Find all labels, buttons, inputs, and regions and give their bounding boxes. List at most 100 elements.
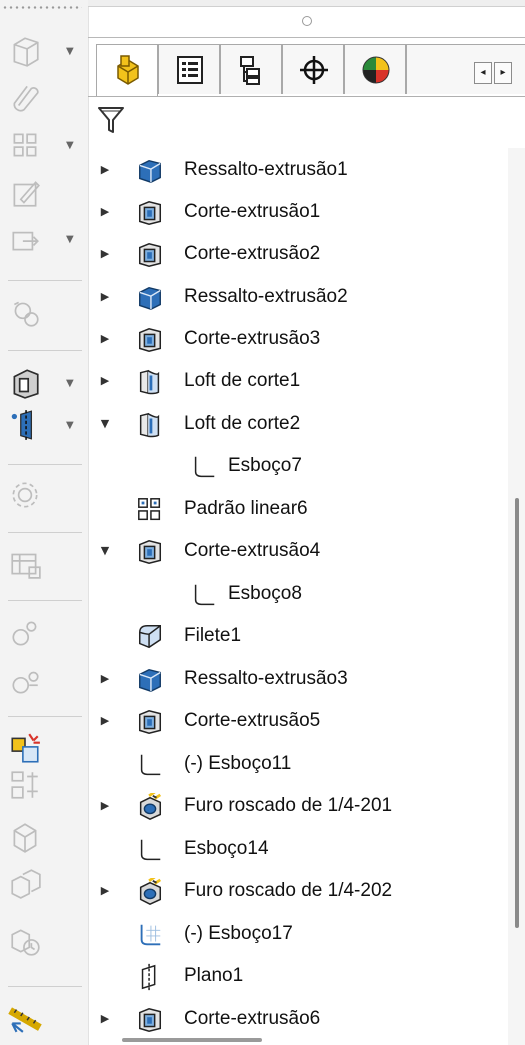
collapse-arrow-icon[interactable]: ▼ <box>98 543 112 559</box>
expand-arrow-icon[interactable]: ▶ <box>98 289 112 305</box>
expand-arrow-icon[interactable]: ▶ <box>98 162 112 178</box>
scrollbar-thumb[interactable] <box>515 498 519 928</box>
toolbar-separator <box>8 986 82 987</box>
horizontal-scrollbar-thumb[interactable] <box>122 1038 262 1042</box>
property-manager-icon <box>177 56 203 84</box>
toolbar-button-paperclip[interactable] <box>8 80 78 116</box>
tree-item-cut-extrude[interactable]: ▶ Corte-extrusão2 <box>88 235 508 275</box>
expand-arrow-icon[interactable]: ▶ <box>98 204 112 220</box>
cut-extrude-icon <box>138 243 162 267</box>
tree-scrollbar[interactable] <box>508 148 525 1045</box>
tabs-scroll-right-button[interactable]: ▸ <box>494 62 512 84</box>
tree-item-fillet[interactable]: Filete1 <box>88 617 508 657</box>
collapse-handle-icon[interactable] <box>302 16 312 26</box>
feature-tree: ▶ Ressalto-extrusão1 ▶ Corte-extrusão1 ▶ Cort… <box>88 148 508 1045</box>
tree-item-plane[interactable]: Plano1 <box>88 957 508 997</box>
tree-item-cut-extrude[interactable]: ▶ Corte-extrusão1 <box>88 193 508 233</box>
tree-item-label: Corte-extrusão6 <box>184 1008 321 1029</box>
toolbar-button-extruded-boss[interactable]: ▼ <box>8 34 78 70</box>
chevron-down-icon[interactable]: ▼ <box>66 234 74 245</box>
toolbar-button-measure[interactable] <box>8 1000 78 1036</box>
sketch-icon <box>194 584 215 606</box>
expand-arrow-icon[interactable]: ▶ <box>98 798 112 814</box>
chevron-down-icon[interactable]: ▼ <box>66 46 74 57</box>
tree-item-label: Corte-extrusão5 <box>184 710 321 731</box>
tree-item-boss-extrude[interactable]: ▶ Ressalto-extrusão1 <box>88 151 508 191</box>
boss-extrude-icon <box>139 286 161 310</box>
expand-arrow-icon[interactable]: ▶ <box>98 883 112 899</box>
component-icon <box>13 823 37 853</box>
tab-dimxpert[interactable] <box>282 44 344 94</box>
tree-item-label: Esboço7 <box>228 455 302 476</box>
sketch-3d-icon <box>140 924 161 946</box>
feature-manager-icon <box>117 55 139 85</box>
expand-arrow-icon[interactable]: ▶ <box>98 1011 112 1027</box>
extruded-boss-icon <box>13 37 39 67</box>
boss-extrude-icon <box>139 159 161 183</box>
crosshair-icon <box>300 56 328 84</box>
cut-extrude-icon <box>138 328 162 352</box>
tree-item-cut-extrude[interactable]: ▶ Corte-extrusão3 <box>88 320 508 360</box>
toolbar-button-sketch-edit[interactable] <box>8 176 78 212</box>
tree-item-cut-extrude[interactable]: ▼ Corte-extrusão4 <box>88 532 508 572</box>
tab-configuration-manager[interactable] <box>220 44 282 94</box>
expand-arrow-icon[interactable]: ▶ <box>98 671 112 687</box>
toolbar-separator <box>8 280 82 281</box>
tree-item-hole-wizard[interactable]: ▶ Furo roscado de 1/4-202 <box>88 872 508 912</box>
tree-item-sketch[interactable]: Esboço14 <box>88 830 508 870</box>
tree-item-loft-cut[interactable]: ▶ Loft de corte1 <box>88 362 508 402</box>
tab-display-manager[interactable] <box>344 44 406 94</box>
toolbar-button-mate-2[interactable] <box>8 664 78 700</box>
tree-item-hole-wizard[interactable]: ▶ Furo roscado de 1/4-201 <box>88 787 508 827</box>
toolbar-button-align[interactable] <box>8 768 78 804</box>
hole-wizard-icon <box>139 793 162 820</box>
expand-arrow-icon[interactable]: ▶ <box>98 246 112 262</box>
expand-arrow-icon[interactable]: ▶ <box>98 373 112 389</box>
tree-item-cut-extrude[interactable]: ▶ Corte-extrusão5 <box>88 702 508 742</box>
toolbar-grip[interactable] <box>2 6 82 9</box>
toolbar-button-gear-settings[interactable] <box>8 478 78 514</box>
toolbar-button-linear-pattern[interactable]: ▼ <box>8 128 78 164</box>
tree-item-sketch[interactable]: Esboço7 <box>88 447 508 487</box>
tree-item-boss-extrude[interactable]: ▶ Ressalto-extrusão3 <box>88 660 508 700</box>
expand-arrow-icon[interactable]: ▶ <box>98 331 112 347</box>
cut-extrude-icon <box>138 201 162 225</box>
panel-top-strip <box>88 0 525 7</box>
tree-item-cut-extrude[interactable]: ▶ Corte-extrusão6 <box>88 1000 508 1040</box>
tree-item-label: Corte-extrusão2 <box>184 243 321 264</box>
toolbar-button-table[interactable] <box>8 546 78 582</box>
toolbar-button-mate[interactable] <box>8 616 78 652</box>
tree-item-loft-cut[interactable]: ▼ Loft de corte2 <box>88 405 508 445</box>
tab-property-manager[interactable] <box>158 44 220 94</box>
chevron-down-icon[interactable]: ▼ <box>66 420 74 431</box>
chevron-down-icon[interactable]: ▼ <box>66 378 74 389</box>
toolbar-button-rebuild[interactable] <box>8 296 78 332</box>
collapse-arrow-icon[interactable]: ▼ <box>98 416 112 432</box>
sketch-icon <box>140 754 161 776</box>
expand-arrow-icon[interactable]: ▶ <box>98 713 112 729</box>
toolbar-button-instant3d[interactable] <box>8 732 78 768</box>
chevron-down-icon[interactable]: ▼ <box>66 140 74 151</box>
sketch-edit-icon <box>13 181 40 207</box>
toolbar-button-cut-extrude[interactable]: ▼ <box>8 366 78 402</box>
instant3d-icon <box>11 733 40 763</box>
clock-icon <box>11 929 40 956</box>
sketch-icon <box>140 839 161 861</box>
linear-pattern-icon <box>138 498 161 521</box>
toolbar-button-component[interactable] <box>8 820 78 856</box>
tree-item-sketch-3d[interactable]: (-) Esboço17 <box>88 915 508 955</box>
tree-item-linear-pattern[interactable]: Padrão linear6 <box>88 490 508 530</box>
filter-button[interactable] <box>96 104 126 136</box>
tabs-scroll-left-button[interactable]: ◂ <box>474 62 492 84</box>
toolbar-button-reference-plane[interactable]: ▼ <box>8 408 78 444</box>
tree-item-sketch[interactable]: (-) Esboço11 <box>88 745 508 785</box>
tree-item-label: (-) Esboço17 <box>184 923 293 944</box>
tree-item-sketch[interactable]: Esboço8 <box>88 575 508 615</box>
tree-item-boss-extrude[interactable]: ▶ Ressalto-extrusão2 <box>88 278 508 318</box>
toolbar-button-clock[interactable] <box>8 924 78 960</box>
toolbar-button-assembly[interactable] <box>8 866 78 902</box>
filter-icon <box>98 107 124 133</box>
display-manager-icon <box>362 56 390 84</box>
tab-feature-manager[interactable] <box>96 44 158 96</box>
toolbar-button-move-body[interactable]: ▼ <box>8 222 78 258</box>
